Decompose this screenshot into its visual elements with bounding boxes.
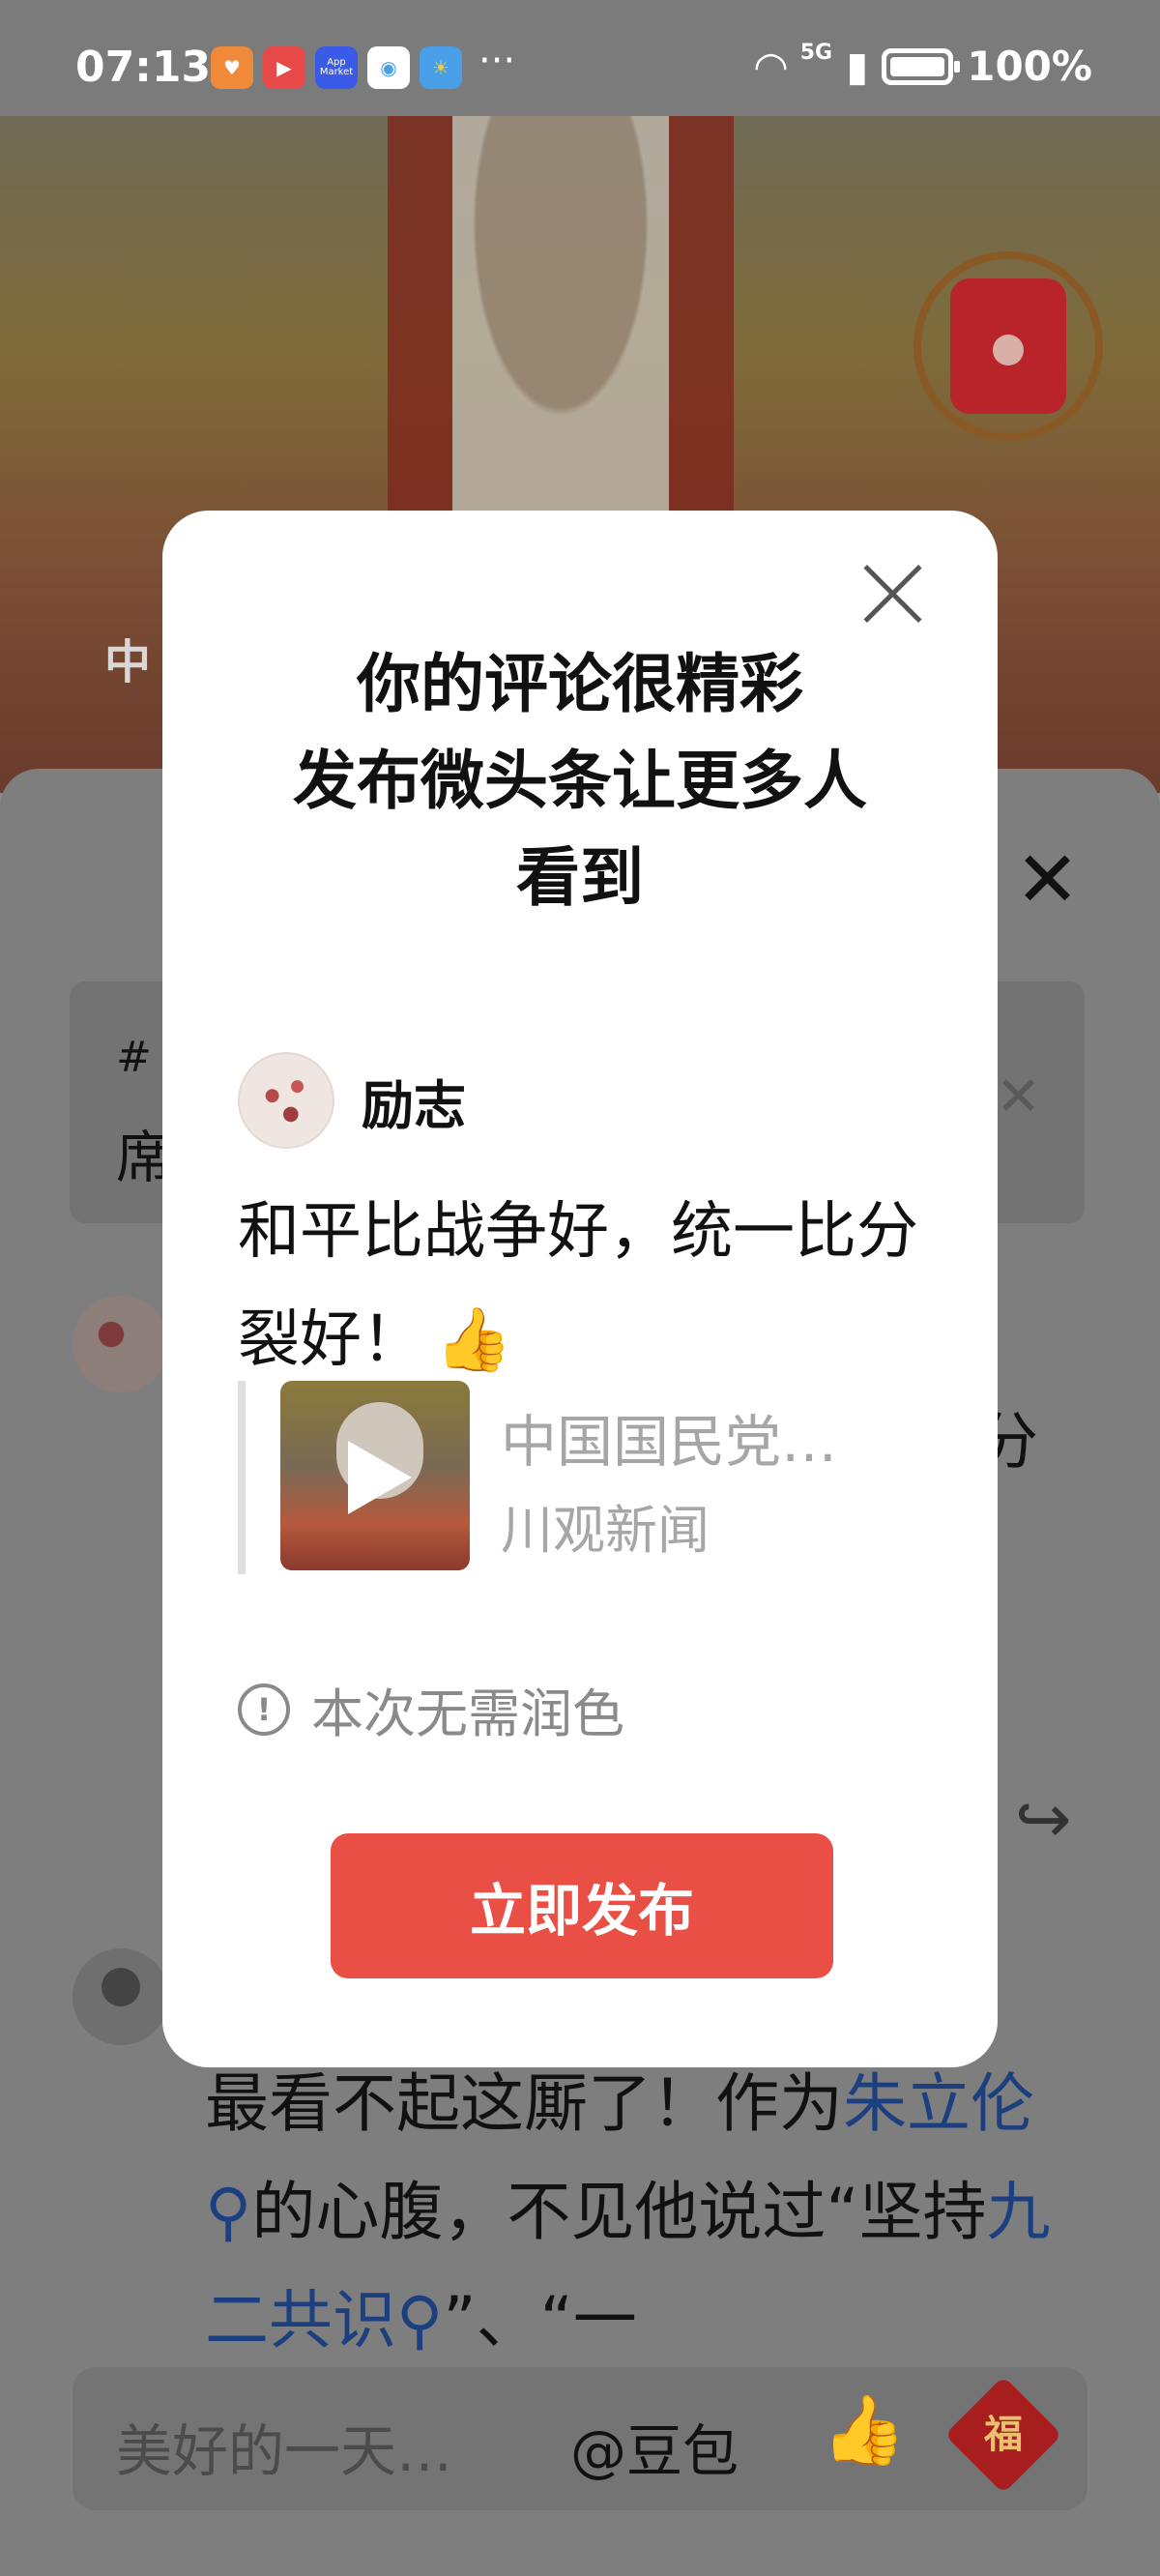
network-type: 5G	[799, 41, 833, 65]
polish-notice-text: 本次无需润色	[311, 1683, 624, 1744]
weather-app-icon: ☀	[420, 46, 462, 89]
comment-input-placeholder[interactable]: 美好的一天…	[116, 2406, 452, 2487]
dialog-title: 你的评论很精彩 发布微头条让更多人 看到	[162, 636, 998, 926]
comment-sheet-close-icon[interactable]: ✕	[1015, 841, 1080, 919]
comment-segment: 最看不起这厮了！作为	[205, 2066, 843, 2141]
author-name: 励志	[362, 1074, 466, 1136]
avatar[interactable]	[72, 1296, 169, 1392]
signal-icon: ▮	[846, 43, 869, 90]
wifi-icon: ◠	[755, 43, 787, 90]
topic-close-icon[interactable]: ✕	[996, 1066, 1041, 1128]
avatar[interactable]	[72, 1948, 169, 2045]
comment-segment: ”、“一	[443, 2283, 637, 2357]
play-icon	[348, 1441, 412, 1514]
battery-percent: 100%	[967, 43, 1092, 90]
browser-app-icon: ◉	[367, 46, 410, 89]
dialog-title-line: 看到	[516, 840, 644, 915]
share-icon[interactable]: ↪	[1015, 1779, 1072, 1859]
thumbs-up-icon: 👍	[435, 1304, 512, 1376]
article-title: 中国国民党…	[501, 1409, 838, 1475]
dialog-title-line: 发布微头条让更多人	[293, 744, 867, 818]
comment-text: 最看不起这厮了！作为朱立伦⚲的心腹，不见他说过“坚持九二共识⚲”、“一	[205, 2050, 1075, 2375]
status-app-icons: ♥ ▶ App Market ◉ ☀	[211, 46, 462, 89]
publish-dialog: 你的评论很精彩 发布微头条让更多人 看到 励志 和平比战争好，统一比分裂好！ 👍 …	[162, 511, 998, 2067]
info-icon: !	[238, 1683, 290, 1736]
article-thumbnail	[280, 1381, 470, 1570]
mention-doubao-button[interactable]: @豆包	[570, 2406, 739, 2487]
video-caption: 中	[104, 635, 152, 689]
avatar	[238, 1052, 334, 1149]
author-row: 励志	[238, 1052, 466, 1149]
search-icon: ⚲	[205, 2175, 252, 2249]
topic-icon: #	[116, 1033, 152, 1082]
polish-notice: ! 本次无需润色	[238, 1671, 624, 1747]
search-link[interactable]: 朱立伦	[843, 2066, 1034, 2141]
like-icon[interactable]: 👍	[822, 2390, 906, 2471]
comment-segment: 的心腹，不见他说过“坚持	[251, 2175, 987, 2249]
heart-app-icon: ♥	[211, 46, 253, 89]
close-icon[interactable]	[858, 559, 926, 627]
quoted-article-card[interactable]: 中国国民党… 川观新闻	[238, 1381, 914, 1574]
app-market-icon: App Market	[315, 46, 358, 89]
comment-preview: 和平比战争好，统一比分裂好！ 👍	[238, 1178, 934, 1394]
status-bar: 07:13 ♥ ▶ App Market ◉ ☀ ··· ◠ 5G ▮ 100%	[0, 0, 1160, 116]
dialog-title-line: 你的评论很精彩	[357, 647, 803, 721]
status-time: 07:13	[75, 43, 212, 92]
comment-preview-text: 和平比战争好，统一比分裂好！	[238, 1196, 918, 1376]
article-source: 川观新闻	[501, 1500, 710, 1561]
fu-icon[interactable]: 福	[944, 2376, 1062, 2494]
video-app-icon: ▶	[263, 46, 305, 89]
status-indicators: ◠ 5G ▮ 100%	[755, 41, 1092, 90]
battery-icon	[882, 47, 961, 85]
more-notifications-icon: ···	[478, 39, 516, 83]
publish-button[interactable]: 立即发布	[331, 1833, 833, 1978]
red-packet-icon[interactable]	[914, 251, 1103, 441]
search-icon: ⚲	[396, 2283, 444, 2357]
